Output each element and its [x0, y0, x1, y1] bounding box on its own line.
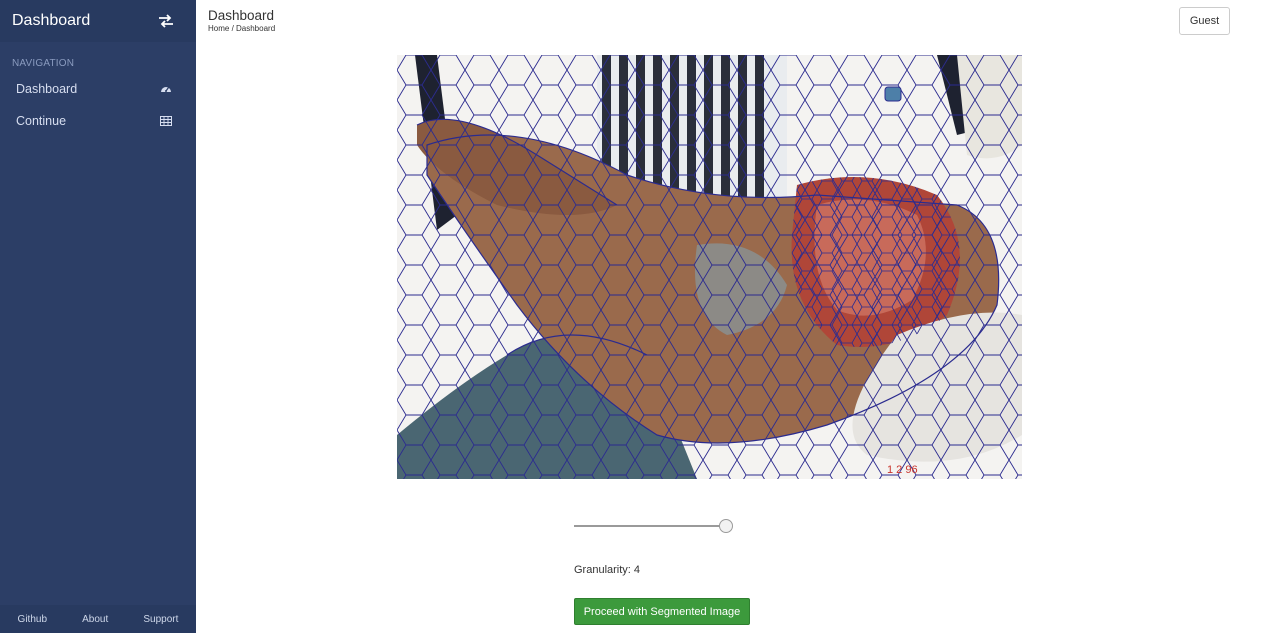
- footer-link-about[interactable]: About: [82, 614, 108, 625]
- sidebar-brand[interactable]: Dashboard: [12, 12, 90, 30]
- image-date-stamp: 1 2 96: [887, 464, 918, 476]
- proceed-button[interactable]: Proceed with Segmented Image: [574, 598, 750, 625]
- segmented-image[interactable]: 1 2 96: [397, 55, 1022, 479]
- breadcrumb[interactable]: Home / Dashboard: [208, 24, 275, 33]
- sidebar-item-label: Continue: [16, 114, 67, 128]
- segmented-image-canvas: 1 2 96: [397, 55, 1022, 479]
- sidebar-item-dashboard[interactable]: Dashboard: [0, 73, 196, 105]
- sidebar-item-continue[interactable]: Continue: [0, 105, 196, 137]
- nav-section-label: NAVIGATION: [12, 58, 75, 69]
- guest-user-button[interactable]: Guest: [1179, 7, 1230, 35]
- footer-link-github[interactable]: Github: [18, 614, 47, 625]
- sidebar-header: Dashboard: [0, 0, 196, 42]
- page-title: Dashboard: [208, 8, 275, 23]
- sidebar: Dashboard NAVIGATION Dashboard Continue …: [0, 0, 196, 633]
- table-grid-icon: [160, 115, 172, 127]
- slider-thumb[interactable]: [719, 519, 733, 533]
- sidebar-nav: Dashboard Continue: [0, 73, 196, 137]
- swap-arrows-icon[interactable]: [158, 14, 174, 28]
- dashboard-gauge-icon: [160, 83, 172, 95]
- slider-fill: [574, 525, 726, 527]
- sidebar-item-label: Dashboard: [16, 82, 78, 96]
- granularity-label: Granularity: 4: [574, 564, 641, 576]
- sidebar-footer: Github About Support: [0, 605, 196, 633]
- granularity-slider[interactable]: [574, 518, 734, 534]
- footer-link-support[interactable]: Support: [143, 614, 178, 625]
- main-content: Dashboard Home / Dashboard Guest 1 2 96 …: [196, 0, 1266, 633]
